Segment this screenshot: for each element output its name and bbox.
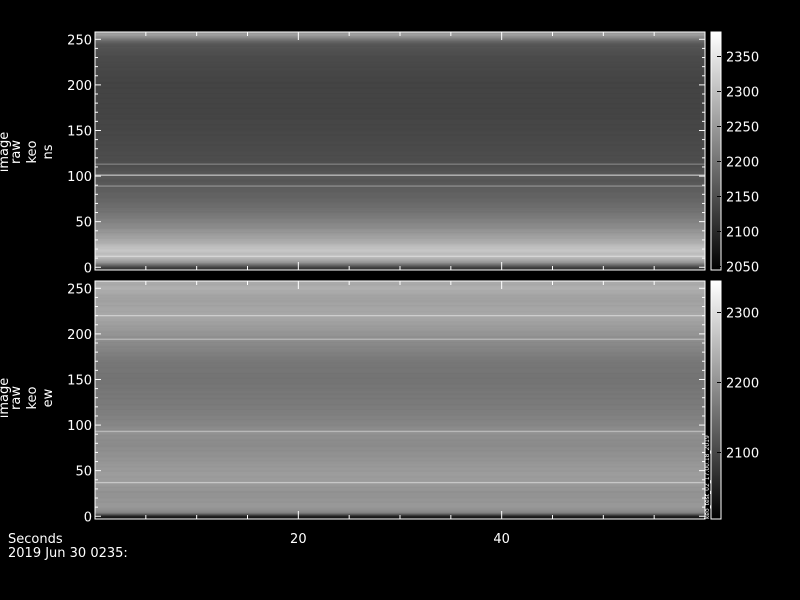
keogram-svg: 050100150200250 image raw keo ns 2050210… (0, 31, 759, 561)
y-tick-label: 50 (75, 216, 92, 231)
y-tick-label: 0 (84, 261, 92, 276)
panel-ew-ylabel: image raw keo ew (0, 378, 56, 419)
y-tick-label: 150 (67, 373, 92, 388)
colorbar-tick-label: 2100 (726, 447, 759, 462)
y-tick-label: 200 (67, 79, 92, 94)
ylabel-line-3: keo (25, 386, 40, 409)
colorbar-tick-label: 2350 (726, 51, 759, 66)
ylabel-line-2: raw (9, 386, 24, 410)
x-tick-label: 20 (290, 532, 307, 547)
y-tick-label: 100 (67, 419, 92, 434)
y-tick-label: 250 (67, 282, 92, 297)
panel-ns-colorbar (710, 31, 722, 271)
colorbar-tick-label: 2250 (726, 121, 759, 136)
keogram-figure: 0 50 100 150 200 250 image raw keo ns 2050 210… (0, 0, 800, 600)
panel-ns-image (95, 32, 705, 271)
panel-ns-ylabel: image raw keo ns (0, 132, 56, 173)
x-tick-label: 40 (493, 532, 510, 547)
panel-ew-colorbar (710, 280, 722, 520)
y-tick-label: 250 (67, 33, 92, 48)
x-axis-label: Seconds (8, 532, 63, 547)
y-tick-label: 0 (84, 510, 92, 525)
panel-ns-colorbar-ticks: 2050 2100 2150 2200 2250 2300 2350 (717, 51, 759, 276)
ylabel-line-4: ew (41, 388, 56, 407)
colorbar-tick-label: 2200 (726, 156, 759, 171)
date-label: 2019 Jun 30 0235: (8, 546, 128, 561)
colorbar-tick-label: 2050 (726, 261, 759, 276)
panel-ew-colorbar-ticks: 2100 2200 2300 (717, 307, 759, 462)
colorbar-side-note: keo_test_02_17.00.18_2019 (704, 435, 711, 519)
x-tick-labels: 20 40 (290, 532, 510, 547)
colorbar-tick-label: 2100 (726, 226, 759, 241)
ylabel-line-2: raw (9, 140, 24, 164)
panel-ew-image (95, 281, 705, 520)
colorbar-tick-label: 2150 (726, 191, 759, 206)
y-tick-label: 200 (67, 328, 92, 343)
panel-ns: 0 50 100 150 200 250 image raw keo ns 2050 210… (0, 31, 759, 276)
y-tick-label: 50 (75, 465, 92, 480)
ylabel-line-3: keo (25, 140, 40, 163)
y-tick-label: 150 (67, 124, 92, 139)
colorbar-tick-label: 2300 (726, 307, 759, 322)
panel-ew: 0 50 100 150 200 250 image raw keo ew 2100 220… (0, 280, 759, 525)
ylabel-line-4: ns (41, 144, 56, 159)
y-tick-label: 100 (67, 170, 92, 185)
colorbar-tick-label: 2300 (726, 86, 759, 101)
colorbar-tick-label: 2200 (726, 377, 759, 392)
